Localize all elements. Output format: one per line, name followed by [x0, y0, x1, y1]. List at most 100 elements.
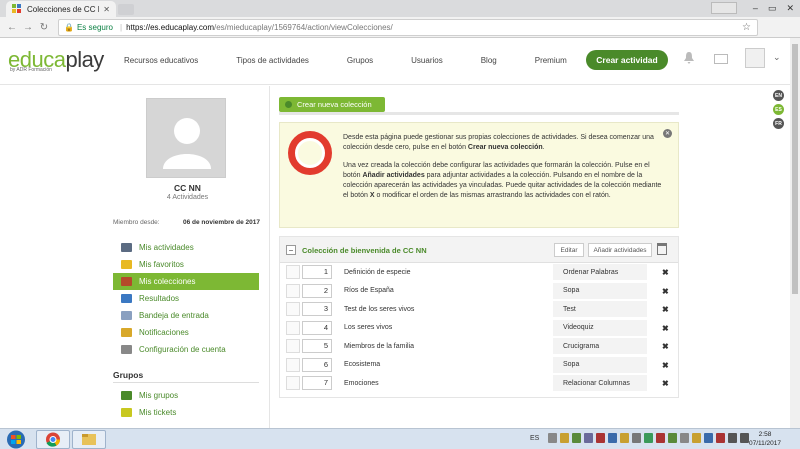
drag-handle[interactable]	[286, 265, 300, 280]
tray-icon[interactable]	[560, 433, 569, 443]
activity-row[interactable]: 4 Los seres vivos Videoquiz ✖	[286, 319, 678, 338]
nav-grupos[interactable]: Grupos	[347, 56, 373, 65]
edit-button[interactable]: Editar	[554, 243, 584, 257]
tray-icon[interactable]	[716, 433, 725, 443]
profile-switch-button[interactable]	[710, 2, 737, 14]
activity-order[interactable]: 1	[302, 265, 332, 280]
tray-icon[interactable]	[656, 433, 665, 443]
lang-en[interactable]: EN	[773, 90, 784, 101]
activity-row[interactable]: 3 Test de los seres vivos Test ✖	[286, 300, 678, 319]
remove-icon[interactable]: ✖	[662, 268, 669, 277]
activity-name: Miembros de la familia	[344, 342, 415, 350]
activity-row[interactable]: 6 Ecosistema Sopa ✖	[286, 356, 678, 375]
input-language[interactable]: ES	[530, 435, 539, 442]
back-icon[interactable]: ←	[4, 22, 20, 33]
chevron-down-icon[interactable]: ⌄	[773, 52, 781, 63]
tray-icon[interactable]	[584, 433, 593, 443]
nav-premium[interactable]: Premium	[535, 56, 567, 65]
network-icon[interactable]	[728, 433, 737, 443]
group-icon	[121, 391, 132, 400]
drag-handle[interactable]	[286, 283, 300, 298]
tray-icon[interactable]	[644, 433, 653, 443]
activity-order[interactable]: 2	[302, 283, 332, 298]
url-input[interactable]: 🔒 Es seguro | https://es.educaplay.com/e…	[58, 19, 758, 36]
taskbar-explorer-icon[interactable]	[72, 430, 106, 449]
tray-icon[interactable]	[668, 433, 677, 443]
drag-handle[interactable]	[286, 357, 300, 372]
scrollbar-thumb[interactable]	[792, 44, 798, 294]
close-icon[interactable]: ✕	[663, 129, 672, 138]
tray-icon[interactable]	[632, 433, 641, 443]
tray-icon[interactable]	[596, 433, 605, 443]
plus-icon	[285, 101, 292, 108]
sidebar-item-resultados[interactable]: Resultados	[113, 290, 259, 307]
remove-icon[interactable]: ✖	[662, 305, 669, 314]
tray-icon[interactable]	[572, 433, 581, 443]
content-divider	[279, 112, 679, 115]
user-avatar[interactable]	[745, 48, 765, 68]
maximize-icon[interactable]: ▭	[768, 3, 777, 14]
drag-handle[interactable]	[286, 376, 300, 391]
minimize-icon[interactable]: –	[753, 3, 758, 13]
activity-order[interactable]: 4	[302, 320, 332, 335]
lang-fr[interactable]: FR	[773, 118, 784, 129]
tray-icon[interactable]	[620, 433, 629, 443]
page-scrollbar[interactable]	[790, 38, 800, 428]
nav-blog[interactable]: Blog	[481, 56, 497, 65]
sidebar-item-bandeja[interactable]: Bandeja de entrada	[113, 307, 259, 324]
sidebar-item-notificaciones[interactable]: Notificaciones	[113, 324, 259, 341]
lang-es[interactable]: ES	[773, 104, 784, 115]
new-collection-button[interactable]: Crear nueva colección	[279, 97, 385, 112]
sidebar-item-mis-tickets[interactable]: Mis tickets	[113, 404, 259, 421]
tray-icon[interactable]	[548, 433, 557, 443]
trash-icon[interactable]	[657, 243, 667, 255]
reload-icon[interactable]: ↻	[36, 22, 52, 33]
remove-icon[interactable]: ✖	[662, 361, 669, 370]
tab-close-icon[interactable]: ✕	[103, 5, 110, 14]
window-controls: – ▭ ✕	[710, 0, 794, 16]
activity-row[interactable]: 5 Miembros de la familia Crucigrama ✖	[286, 337, 678, 356]
remove-icon[interactable]: ✖	[662, 379, 669, 388]
nav-recursos[interactable]: Recursos educativos	[124, 56, 198, 65]
sidebar-item-mis-actividades[interactable]: Mis actividades	[113, 239, 259, 256]
activity-order[interactable]: 7	[302, 376, 332, 391]
activity-order[interactable]: 3	[302, 302, 332, 317]
drag-handle[interactable]	[286, 339, 300, 354]
remove-icon[interactable]: ✖	[662, 342, 669, 351]
nav-usuarios[interactable]: Usuarios	[411, 56, 443, 65]
activity-row[interactable]: 7 Emociones Relacionar Columnas ✖	[286, 374, 678, 393]
activity-order[interactable]: 5	[302, 339, 332, 354]
activity-row[interactable]: 2 Ríos de España Sopa ✖	[286, 282, 678, 301]
sidebar-item-mis-colecciones[interactable]: Mis colecciones	[113, 273, 259, 290]
activity-order[interactable]: 6	[302, 357, 332, 372]
activity-name: Emociones	[344, 379, 379, 387]
forward-icon[interactable]: →	[20, 22, 36, 33]
drag-handle[interactable]	[286, 302, 300, 317]
collapse-icon[interactable]: −	[286, 245, 296, 255]
nav-tipos[interactable]: Tipos de actividades	[236, 56, 309, 65]
tray-icon[interactable]	[680, 433, 689, 443]
taskbar-clock[interactable]: 2:58 07/11/2017	[740, 430, 790, 448]
tray-icon[interactable]	[608, 433, 617, 443]
member-since-label: Miembro desde:	[113, 219, 160, 226]
tray-icon[interactable]	[692, 433, 701, 443]
bookmark-star-icon[interactable]: ☆	[742, 22, 751, 33]
close-window-icon[interactable]: ✕	[786, 3, 794, 14]
tray-icon[interactable]	[704, 433, 713, 443]
activity-row[interactable]: 1 Definición de especie Ordenar Palabras ✖	[286, 263, 678, 282]
collection-title[interactable]: Colección de bienvenida de CC NN	[302, 246, 427, 255]
windows-start-icon[interactable]	[2, 430, 30, 449]
taskbar-chrome-icon[interactable]	[36, 430, 70, 449]
new-tab-button[interactable]	[118, 4, 134, 15]
mail-icon[interactable]	[714, 54, 728, 64]
create-activity-button[interactable]: Crear actividad	[586, 50, 668, 70]
sidebar-item-configuracion[interactable]: Configuración de cuenta	[113, 341, 259, 358]
remove-icon[interactable]: ✖	[662, 287, 669, 296]
add-activities-button[interactable]: Añadir actividades	[588, 243, 652, 257]
drag-handle[interactable]	[286, 320, 300, 335]
sidebar-item-mis-grupos[interactable]: Mis grupos	[113, 387, 259, 404]
browser-tab[interactable]: Colecciones de CC NN - ✕	[6, 1, 116, 17]
remove-icon[interactable]: ✖	[662, 324, 669, 333]
bell-icon[interactable]	[684, 52, 694, 64]
sidebar-item-mis-favoritos[interactable]: Mis favoritos	[113, 256, 259, 273]
